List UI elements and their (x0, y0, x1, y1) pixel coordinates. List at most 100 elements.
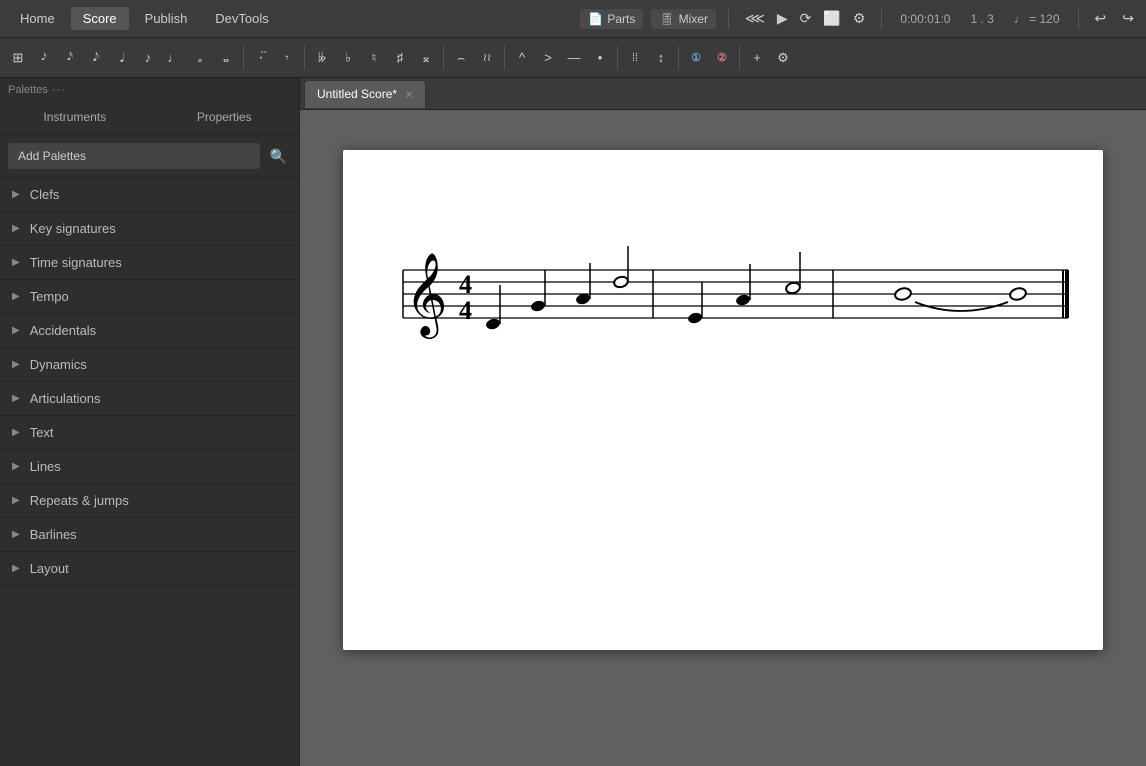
palette-item-text[interactable]: ▶ Text (0, 416, 299, 450)
sep2 (304, 46, 305, 70)
customize-icon[interactable]: ⚙ (771, 46, 795, 70)
search-button[interactable]: 🔍 (266, 144, 291, 169)
sidebar-header: Add Palettes 🔍 (0, 135, 299, 178)
double-sharp-icon[interactable]: 𝄪 (414, 46, 438, 70)
arrow-icon: ▶ (12, 291, 20, 302)
close-tab-button[interactable]: × (405, 87, 413, 101)
palette-item-articulations[interactable]: ▶ Articulations (0, 382, 299, 416)
loop-button[interactable]: ⟳ (796, 8, 816, 29)
tab-properties[interactable]: Properties (150, 102, 300, 134)
dotted-icon[interactable]: ·̈ (249, 45, 273, 71)
palette-item-tempo[interactable]: ▶ Tempo (0, 280, 299, 314)
score-canvas[interactable]: 𝄞 4 4 (300, 110, 1146, 766)
note-quarter-icon[interactable]: ♩ (162, 46, 186, 69)
sheet: 𝄞 4 4 (343, 150, 1103, 650)
palette-label: Barlines (30, 527, 77, 542)
position-display: 1 . 3 (964, 12, 999, 26)
parts-icon: 📄 (588, 12, 603, 26)
sep7 (739, 46, 740, 70)
staff-svg: 𝄞 4 4 (373, 230, 1073, 390)
palette-item-lines[interactable]: ▶ Lines (0, 450, 299, 484)
flat-icon[interactable]: ♭ (336, 46, 360, 70)
time-display: 0:00:01:0 (894, 12, 956, 26)
record-button[interactable]: ⚙ (849, 8, 870, 29)
add-palettes-button[interactable]: Add Palettes (8, 143, 260, 169)
sep5 (617, 46, 618, 70)
palette-item-accidentals[interactable]: ▶ Accidentals (0, 314, 299, 348)
marcato-icon[interactable]: ^ (510, 46, 534, 69)
palette-label: Text (30, 425, 54, 440)
score-tab[interactable]: Untitled Score* × (304, 80, 426, 108)
accent-icon[interactable]: > (536, 46, 560, 69)
sidebar: Palettes ··· Instruments Properties Add … (0, 78, 300, 766)
arrow-icon: ▶ (12, 461, 20, 472)
add-icon[interactable]: + (745, 46, 769, 69)
score-tab-title: Untitled Score* (317, 87, 397, 101)
palette-item-repeats[interactable]: ▶ Repeats & jumps (0, 484, 299, 518)
svg-text:4: 4 (459, 270, 472, 299)
metronome-button[interactable]: ⬜ (819, 8, 844, 29)
rest-icon[interactable]: 𝄾 (275, 46, 299, 70)
transport-group: ⋘ ▶ ⟳ ⬜ ⚙ (741, 8, 869, 29)
sep4 (504, 46, 505, 70)
sidebar-tabs: Instruments Properties (0, 102, 299, 135)
note-half-icon[interactable]: 𝅗 (188, 45, 212, 71)
palette-item-time-signatures[interactable]: ▶ Time signatures (0, 246, 299, 280)
sep6 (678, 46, 679, 70)
divider3 (1078, 9, 1079, 29)
palette-label: Accidentals (30, 323, 96, 338)
palette-label: Layout (30, 561, 69, 576)
svg-text:4: 4 (459, 296, 472, 325)
arrow-icon: ▶ (12, 223, 20, 234)
palette-label: Articulations (30, 391, 101, 406)
tab-score[interactable]: Score (71, 7, 129, 30)
note-64th-icon[interactable]: 𝅘𝅥𝅯 (58, 47, 82, 68)
grid-icon[interactable]: ⊞ (6, 46, 30, 70)
double-flat-icon[interactable]: 𝄫 (310, 46, 334, 70)
sep1 (243, 46, 244, 70)
palette-label: Dynamics (30, 357, 87, 372)
natural-icon[interactable]: ♮ (362, 46, 386, 70)
tab-home[interactable]: Home (8, 7, 67, 30)
arrow-icon: ▶ (12, 427, 20, 438)
svg-text:𝄞: 𝄞 (405, 253, 448, 339)
undo-button[interactable]: ↩ (1091, 8, 1111, 29)
sharp-icon[interactable]: ♯ (388, 46, 412, 69)
toolbar: ⊞ 𝅘𝅥𝅯 𝅘𝅥𝅯 𝅘𝅥𝅮 𝅘𝅥 ♪ ♩ 𝅗 𝅝 ·̈ 𝄾 𝄫 ♭ ♮ ♯ 𝄪 … (0, 38, 1146, 78)
voice2-icon[interactable]: ② (710, 47, 734, 68)
palette-item-clefs[interactable]: ▶ Clefs (0, 178, 299, 212)
tab-devtools[interactable]: DevTools (203, 7, 280, 30)
rewind-button[interactable]: ⋘ (741, 8, 769, 29)
staccato-icon[interactable]: • (588, 46, 612, 69)
note-whole-icon[interactable]: 𝅝 (214, 45, 238, 71)
tremolo-icon[interactable]: ⁞⁞ (623, 48, 647, 68)
note-eighth-icon[interactable]: ♪ (136, 46, 160, 69)
arrow-icon: ▶ (12, 529, 20, 540)
flip-icon[interactable]: ↕ (649, 46, 673, 69)
note-grace-icon[interactable]: 𝅘𝅥𝅯 (32, 48, 56, 67)
sep3 (443, 46, 444, 70)
top-bar: Home Score Publish DevTools 📄 Parts 🎚 Mi… (0, 0, 1146, 38)
arpeggio-icon[interactable]: ≀≀ (475, 47, 499, 68)
palette-item-barlines[interactable]: ▶ Barlines (0, 518, 299, 552)
palette-label: Key signatures (30, 221, 116, 236)
palette-label: Clefs (30, 187, 60, 202)
palette-item-dynamics[interactable]: ▶ Dynamics (0, 348, 299, 382)
mixer-button[interactable]: 🎚 Mixer (651, 9, 716, 29)
tenuto-icon[interactable]: — (562, 46, 586, 69)
tab-instruments[interactable]: Instruments (0, 102, 150, 134)
note-16th-icon[interactable]: 𝅘𝅥 (110, 46, 134, 70)
tab-publish[interactable]: Publish (133, 7, 200, 30)
main-area: Palettes ··· Instruments Properties Add … (0, 78, 1146, 766)
voice1-icon[interactable]: ① (684, 47, 708, 68)
play-button[interactable]: ▶ (773, 8, 792, 29)
palettes-header: Palettes ··· (0, 78, 299, 102)
note-32nd-icon[interactable]: 𝅘𝅥𝅮 (84, 46, 108, 69)
arrow-icon: ▶ (12, 359, 20, 370)
parts-button[interactable]: 📄 Parts (580, 9, 643, 29)
score-area: Untitled Score* × 𝄞 (300, 78, 1146, 766)
tie-icon[interactable]: ⌢ (449, 46, 473, 70)
redo-button[interactable]: ↪ (1118, 8, 1138, 29)
palette-item-key-signatures[interactable]: ▶ Key signatures (0, 212, 299, 246)
palette-item-layout[interactable]: ▶ Layout (0, 552, 299, 586)
